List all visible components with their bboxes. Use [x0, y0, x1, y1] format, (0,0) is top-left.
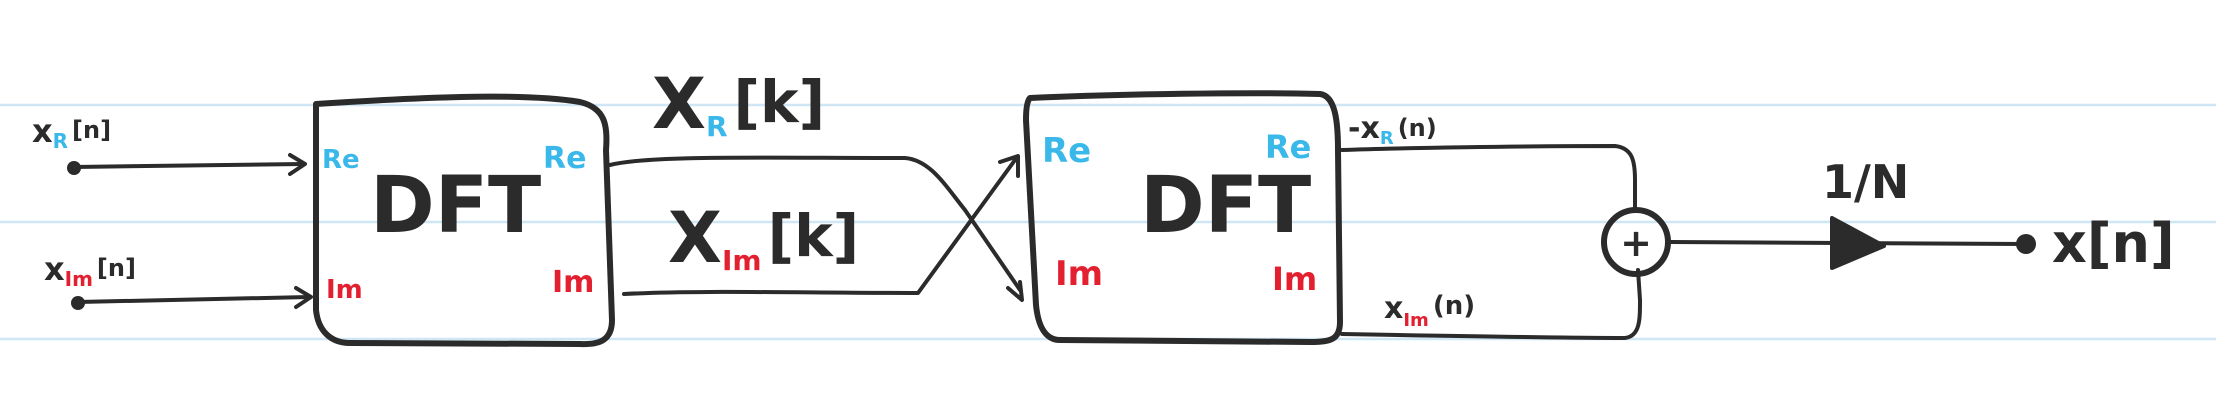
mid-signal-real-label: XR [k] [652, 63, 825, 145]
dft-block-2-title: DFT [1140, 161, 1311, 251]
gain-label: 1/N [1822, 155, 1909, 209]
output-node [2016, 234, 2036, 254]
dft-block-1-port-re-in: Re [322, 145, 360, 175]
output-label: x[n] [2052, 212, 2175, 275]
dft-block-2-port-re-in: Re [1042, 131, 1091, 171]
mid-signal-imag-label: XIm [k] [668, 197, 859, 279]
wire-real-to-adder [1340, 144, 1637, 212]
input-imag-wire [76, 295, 311, 304]
output-real-label: -xR (n) [1348, 111, 1437, 149]
dft-block-diagram: xR [n] xIm [n] DFT Re Im Re Im XR [k] XIm [k… [0, 63, 2216, 348]
dft-block-2-port-re-out: Re [1265, 128, 1311, 166]
input-real: xR [n] [32, 112, 307, 176]
adder-symbol: + [1620, 221, 1652, 265]
gain-triangle [1830, 216, 1886, 270]
dft-block-1-title: DFT [370, 161, 541, 251]
input-imag-label: xIm [n] [44, 250, 136, 291]
input-imag: xIm [n] [44, 250, 313, 310]
gain-stage: 1/N x[n] [1668, 155, 2175, 275]
dft-block-2-port-im-in: Im [1055, 254, 1103, 294]
adder: + [1601, 207, 1671, 277]
dft-block-1: DFT Re Im Re Im [313, 93, 615, 348]
input-real-wire [72, 162, 305, 169]
dft-block-2-port-im-out: Im [1272, 260, 1317, 298]
dft-block-1-port-im-in: Im [326, 275, 363, 305]
dft-block-2: DFT Re Im Re Im [1023, 90, 1343, 345]
output-imag-label: xIm (n) [1384, 291, 1475, 331]
input-real-label: xR [n] [32, 112, 111, 153]
dft-block-1-port-im-out: Im [552, 265, 594, 300]
dft-block-1-port-re-out: Re [543, 141, 586, 176]
